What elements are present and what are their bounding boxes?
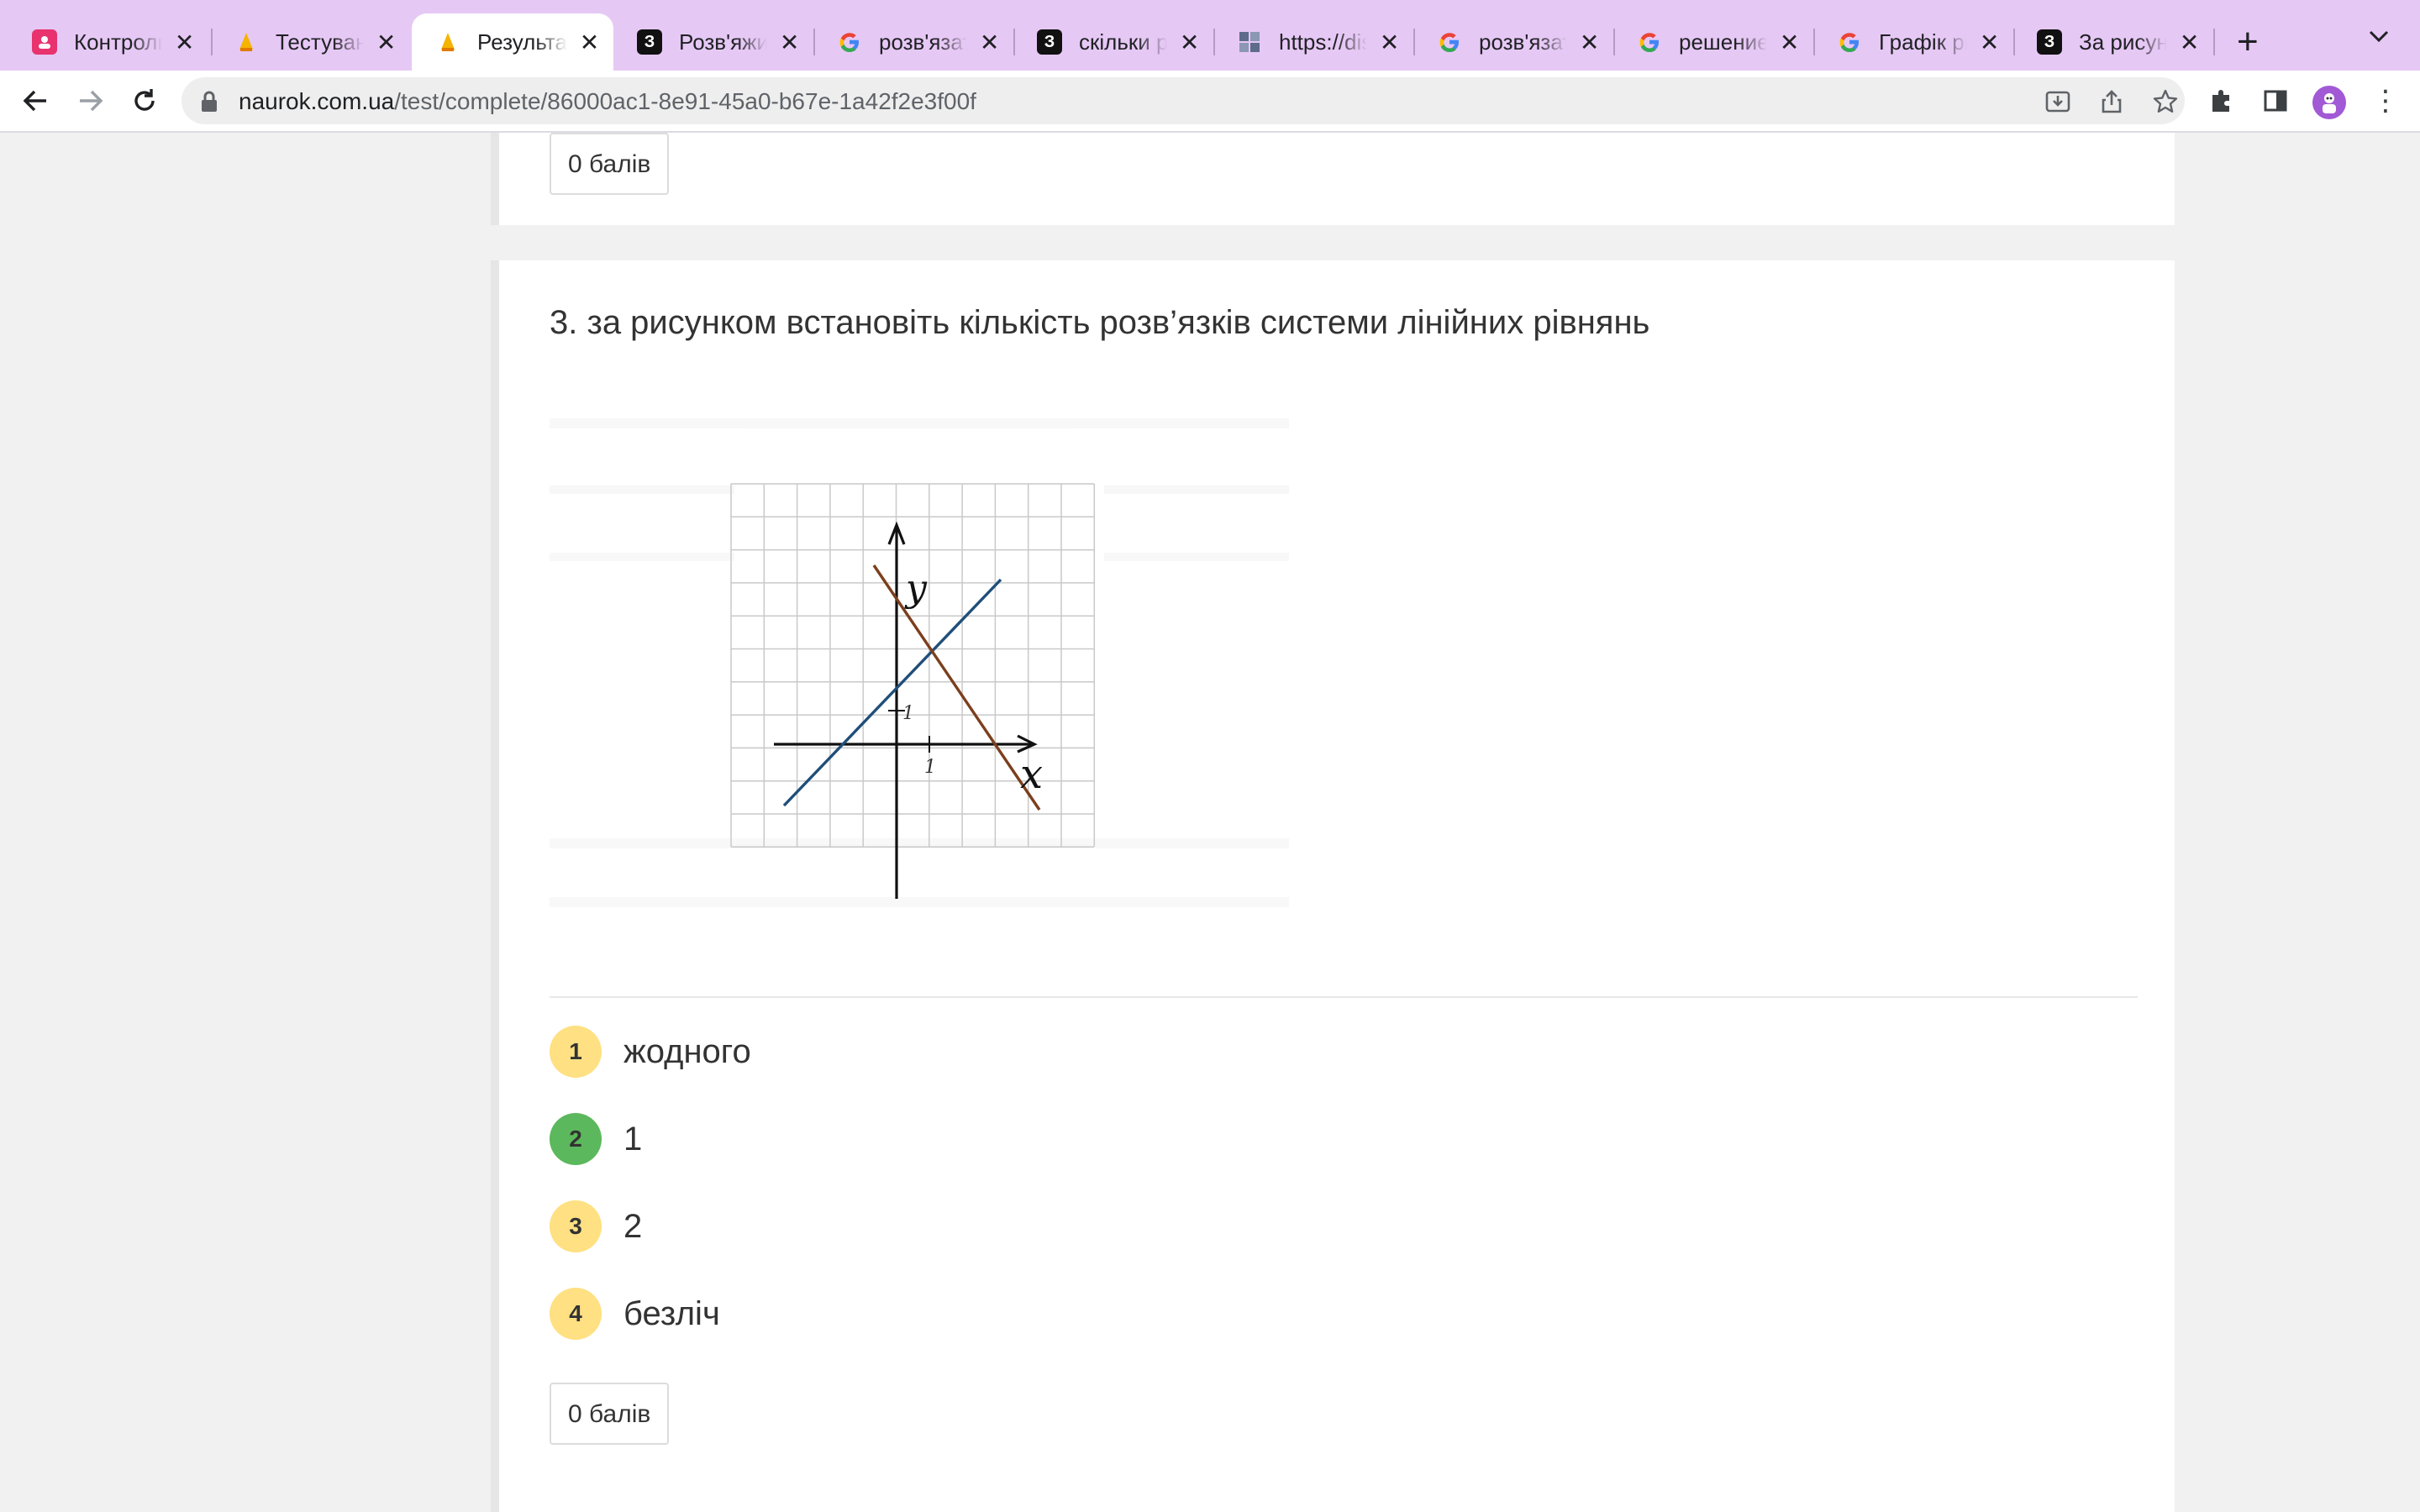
answer-option-3[interactable]: 3 2 [550,1200,642,1253]
back-button[interactable] [17,82,54,119]
tab-strip: Контроль ✕ Тестуван ✕ Результат ✕ З Розв… [0,0,2420,71]
x-axis-label: x [1020,751,1043,798]
answer-option-2-correct[interactable]: 2 1 [550,1112,642,1166]
tab-title: Контроль [74,29,163,55]
divider [550,996,2138,998]
option-number-badge: 4 [550,1288,602,1340]
classroom-icon [32,29,57,55]
url-text: naurok.com.ua/test/complete/86000ac1-8e9… [239,88,976,115]
tab-title: Графік рі [1879,29,1968,55]
tab-title: https://dis [1279,29,1368,55]
close-icon[interactable]: ✕ [1177,29,1202,56]
answer-option-4[interactable]: 4 безліч [550,1287,720,1341]
z-icon: З [2037,29,2062,55]
tab-title: Розв'яжи [679,29,768,55]
z-icon: З [637,29,662,55]
side-panel-icon[interactable] [2260,86,2291,116]
browser-tab[interactable]: Графік рі ✕ [1813,13,2013,71]
graph-image: y x 1 1 [550,418,1289,907]
option-text: 2 [623,1207,643,1245]
url-host: naurok.com.ua [239,88,395,114]
close-icon[interactable]: ✕ [577,29,602,56]
browser-tab[interactable]: решение ✕ [1613,13,1813,71]
browser-menu-button[interactable]: ⋮ [2371,87,2400,115]
close-icon[interactable]: ✕ [1377,29,1402,56]
profile-avatar[interactable] [2312,86,2346,119]
close-icon[interactable]: ✕ [977,29,1002,56]
tab-title: решение [1679,29,1768,55]
browser-tab[interactable]: З скільки р ✕ [1013,13,1213,71]
question-card: 3. за рисунком встановіть кількість розв… [491,260,2175,1512]
browser-tab[interactable]: Контроль ✕ [8,13,208,71]
install-app-icon[interactable] [2044,87,2072,116]
tab-search-button[interactable] [2368,24,2390,50]
google-icon [1837,29,1862,55]
browser-tab[interactable]: З За рисун ✕ [2013,13,2213,71]
tab-separator [2213,29,2215,55]
y-axis-label: y [904,567,928,610]
tab-title: розв'язат [1479,29,1568,55]
naurok-icon [435,29,460,55]
browser-tab-active[interactable]: Результат ✕ [412,13,613,71]
arrow-left-icon [23,90,46,112]
page-viewport: 0 балів 3. за рисунком встановіть кількі… [0,133,2420,1512]
url-path: /test/complete/86000ac1-8e91-45a0-b67e-1… [394,88,976,114]
option-text: 1 [623,1120,643,1158]
close-icon[interactable]: ✕ [1977,29,2002,56]
browser-tab[interactable]: З Розв'яжи ✕ [613,13,813,71]
new-tab-button[interactable]: + [2237,20,2259,64]
tab-title: Результат [477,29,567,55]
question-figure: y x 1 1 [550,385,1306,931]
option-number-badge-correct: 2 [550,1113,602,1165]
close-icon[interactable]: ✕ [1577,29,1602,56]
browser-tab[interactable]: розв'язат ✕ [1413,13,1613,71]
tab-title: розв'язат [879,29,968,55]
y-unit-label: 1 [902,703,914,724]
lock-icon [200,90,218,118]
browser-tab[interactable]: розв'язат ✕ [813,13,1013,71]
points-badge: 0 балів [550,1383,670,1445]
close-icon[interactable]: ✕ [374,29,398,56]
naurok-icon [234,29,259,55]
option-text: жодного [623,1032,751,1070]
option-text: безліч [623,1294,720,1332]
blue-line [782,578,1002,807]
z-icon: З [1037,29,1062,55]
grid-icon [1237,29,1262,55]
reload-icon [134,89,155,111]
points-badge: 0 балів [550,133,670,195]
question-title: 3. за рисунком встановіть кількість розв… [550,304,1650,341]
option-number-badge: 1 [550,1026,602,1078]
google-icon [1637,29,1662,55]
tab-title: скільки р [1079,29,1168,55]
browser-toolbar: naurok.com.ua/test/complete/86000ac1-8e9… [0,71,2420,133]
address-bar[interactable]: naurok.com.ua/test/complete/86000ac1-8e9… [182,77,2185,124]
previous-question-card: 0 балів [491,133,2175,225]
extensions-icon[interactable] [2207,86,2237,116]
share-icon[interactable] [2097,87,2126,116]
close-icon[interactable]: ✕ [172,29,197,56]
google-icon [1437,29,1462,55]
google-icon [837,29,862,55]
avatar-icon [2323,93,2336,113]
arrow-right-icon [80,90,103,112]
answer-option-1[interactable]: 1 жодного [550,1025,751,1079]
close-icon[interactable]: ✕ [2177,29,2202,56]
bookmark-star-icon[interactable] [2151,87,2180,116]
chevron-down-icon [2369,30,2389,43]
browser-tab[interactable]: https://dis ✕ [1213,13,1413,71]
tab-title: Тестуван [276,29,365,55]
browser-tab[interactable]: Тестуван ✕ [210,13,410,71]
forward-button[interactable] [72,82,109,119]
tab-title: За рисун [2079,29,2168,55]
close-icon[interactable]: ✕ [777,29,802,56]
option-number-badge: 3 [550,1200,602,1252]
reload-button[interactable] [126,82,163,119]
close-icon[interactable]: ✕ [1777,29,1802,56]
x-unit-label: 1 [924,757,936,778]
